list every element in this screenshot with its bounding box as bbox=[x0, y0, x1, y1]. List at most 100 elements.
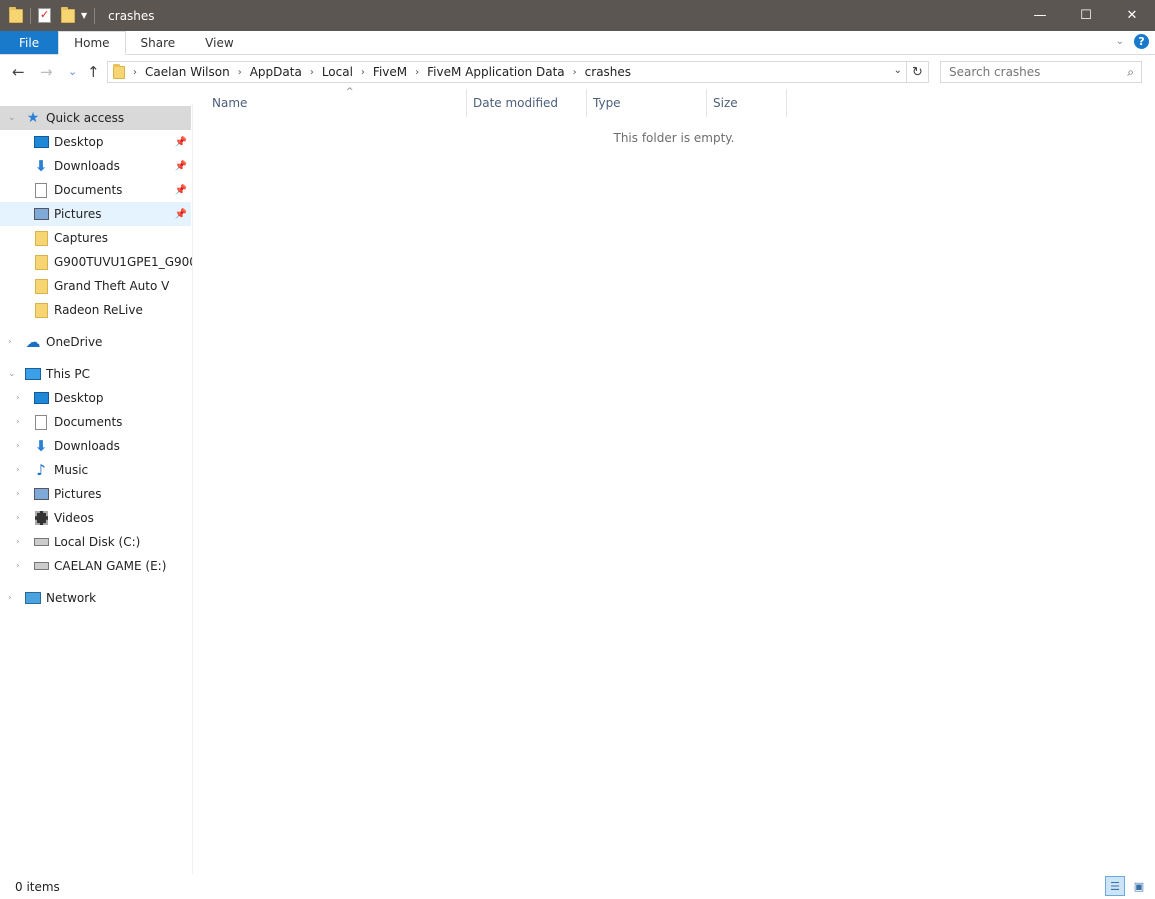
tab-file[interactable]: File bbox=[0, 31, 59, 54]
breadcrumb-fivem-application-data[interactable]: FiveM Application Data bbox=[427, 65, 565, 79]
column-label: Name bbox=[212, 96, 248, 110]
help-icon[interactable]: ? bbox=[1134, 34, 1149, 49]
forward-button[interactable]: → bbox=[40, 63, 53, 81]
sidebar-item-label: OneDrive bbox=[46, 335, 103, 349]
breadcrumb-separator-icon[interactable]: › bbox=[415, 67, 419, 78]
expand-icon[interactable]: › bbox=[8, 337, 12, 347]
expand-icon[interactable]: › bbox=[16, 537, 20, 547]
close-button[interactable]: ✕ bbox=[1109, 0, 1155, 31]
address-dropdown-icon[interactable]: ⌄ bbox=[894, 65, 902, 76]
sidebar-item-label: Music bbox=[54, 463, 89, 477]
expand-icon[interactable]: › bbox=[16, 441, 20, 451]
sidebar-item-label: Network bbox=[46, 591, 97, 605]
sidebar-item-label: Downloads bbox=[54, 159, 120, 173]
expand-icon[interactable]: › bbox=[16, 489, 20, 499]
properties-icon[interactable] bbox=[38, 8, 51, 23]
minimize-button[interactable]: — bbox=[1017, 0, 1063, 31]
search-box[interactable]: ⌕ bbox=[940, 61, 1142, 83]
column-header-name[interactable]: Name ^ bbox=[206, 87, 467, 117]
expand-icon[interactable]: › bbox=[16, 513, 20, 523]
breadcrumb-separator-icon[interactable]: › bbox=[573, 67, 577, 78]
sidebar-item-captures[interactable]: Captures bbox=[0, 226, 191, 250]
large-icons-view-icon: ▣ bbox=[1133, 879, 1145, 893]
sidebar-item-local-disk-c[interactable]: › Local Disk (C:) bbox=[0, 530, 191, 554]
network-icon bbox=[25, 590, 41, 606]
quick-access-toolbar: ▼ bbox=[0, 0, 102, 31]
tab-home[interactable]: Home bbox=[58, 31, 126, 55]
new-folder-icon[interactable] bbox=[61, 6, 75, 23]
star-icon: ★ bbox=[26, 110, 40, 126]
sidebar-item-pc-downloads[interactable]: › ⬇ Downloads bbox=[0, 434, 191, 458]
sidebar-item-caelan-game-e[interactable]: › CAELAN GAME (E:) bbox=[0, 554, 191, 578]
large-icons-view-button[interactable]: ▣ bbox=[1129, 876, 1149, 896]
back-button[interactable]: ← bbox=[12, 63, 25, 81]
details-view-button[interactable]: ☰ bbox=[1105, 876, 1125, 896]
maximize-button[interactable]: ☐ bbox=[1063, 0, 1109, 31]
column-header-size[interactable]: Size bbox=[707, 89, 787, 117]
sidebar-item-label: Documents bbox=[54, 183, 123, 197]
breadcrumb-caelan-wilson[interactable]: Caelan Wilson bbox=[145, 65, 230, 79]
pictures-icon bbox=[33, 486, 49, 502]
sidebar-item-grand-theft-auto-v[interactable]: Grand Theft Auto V bbox=[0, 274, 191, 298]
expand-ribbon-icon[interactable]: ⌄ bbox=[1116, 36, 1124, 47]
sidebar-item-documents[interactable]: Documents 📌 bbox=[0, 178, 191, 202]
breadcrumb-fivem[interactable]: FiveM bbox=[373, 65, 407, 79]
collapse-icon[interactable]: ⌄ bbox=[8, 113, 16, 123]
downloads-icon: ⬇ bbox=[34, 156, 48, 175]
divider bbox=[94, 7, 96, 24]
sidebar-item-pc-documents[interactable]: › Documents bbox=[0, 410, 191, 434]
navigation-pane[interactable]: ⌄ ★ Quick access Desktop 📌 ⬇ Downloads 📌… bbox=[0, 104, 193, 874]
item-count: 0 items bbox=[15, 879, 60, 894]
breadcrumb-separator-icon[interactable]: › bbox=[361, 67, 365, 78]
sidebar-item-onedrive[interactable]: › ☁ OneDrive bbox=[0, 330, 191, 354]
expand-icon[interactable]: › bbox=[8, 593, 12, 603]
up-button[interactable]: ↑ bbox=[87, 63, 100, 81]
sidebar-item-label: Videos bbox=[54, 511, 94, 525]
tab-share[interactable]: Share bbox=[126, 31, 191, 54]
expand-icon[interactable]: › bbox=[16, 561, 20, 571]
sidebar-item-pc-desktop[interactable]: › Desktop bbox=[0, 386, 191, 410]
documents-icon bbox=[33, 414, 49, 430]
collapse-icon[interactable]: ⌄ bbox=[8, 369, 16, 379]
sidebar-item-pictures[interactable]: Pictures 📌 bbox=[0, 202, 191, 226]
expand-icon[interactable]: › bbox=[16, 417, 20, 427]
sidebar-item-pc-videos[interactable]: › Videos bbox=[0, 506, 191, 530]
sidebar-item-label: CAELAN GAME (E:) bbox=[54, 559, 167, 573]
sidebar-item-radeon-relive[interactable]: Radeon ReLive bbox=[0, 298, 191, 322]
refresh-button[interactable]: ↻ bbox=[907, 61, 929, 83]
file-list[interactable]: Name ^ Date modified Type Size This fold… bbox=[193, 87, 1155, 874]
folder-icon bbox=[33, 254, 49, 270]
column-label: Type bbox=[593, 96, 621, 110]
breadcrumb-separator-icon[interactable]: › bbox=[310, 67, 314, 78]
pin-icon: 📌 bbox=[174, 184, 187, 196]
column-label: Date modified bbox=[473, 96, 559, 110]
sidebar-item-g900tuvu1gpe1[interactable]: G900TUVU1GPE1_G900TTMB bbox=[0, 250, 192, 274]
desktop-icon bbox=[33, 134, 49, 150]
breadcrumb-crashes[interactable]: crashes bbox=[585, 65, 631, 79]
expand-icon[interactable]: › bbox=[16, 465, 20, 475]
recent-locations-button[interactable]: ⌄ bbox=[68, 65, 77, 78]
search-icon[interactable]: ⌕ bbox=[1127, 65, 1134, 80]
column-header-type[interactable]: Type bbox=[587, 89, 707, 117]
breadcrumb-local[interactable]: Local bbox=[322, 65, 353, 79]
sidebar-item-desktop[interactable]: Desktop 📌 bbox=[0, 130, 191, 154]
sidebar-item-quick-access[interactable]: ⌄ ★ Quick access bbox=[0, 106, 191, 130]
customize-toolbar-dropdown-icon[interactable]: ▼ bbox=[81, 11, 87, 20]
window-title: crashes bbox=[108, 8, 155, 23]
expand-icon[interactable]: › bbox=[16, 393, 20, 403]
sidebar-item-pc-music[interactable]: › ♪ Music bbox=[0, 458, 191, 482]
breadcrumb-separator-icon[interactable]: › bbox=[133, 67, 137, 78]
search-input[interactable] bbox=[949, 65, 1119, 79]
sidebar-item-pc-pictures[interactable]: › Pictures bbox=[0, 482, 191, 506]
breadcrumb-appdata[interactable]: AppData bbox=[250, 65, 302, 79]
column-header-date-modified[interactable]: Date modified bbox=[467, 89, 587, 117]
tab-view[interactable]: View bbox=[190, 31, 248, 54]
sidebar-item-network[interactable]: › Network bbox=[0, 586, 191, 610]
sidebar-item-downloads[interactable]: ⬇ Downloads 📌 bbox=[0, 154, 191, 178]
pin-icon: 📌 bbox=[174, 160, 187, 172]
breadcrumb-separator-icon[interactable]: › bbox=[238, 67, 242, 78]
address-bar[interactable]: › Caelan Wilson › AppData › Local › Five… bbox=[107, 61, 907, 83]
sidebar-item-label: Grand Theft Auto V bbox=[54, 279, 170, 293]
sidebar-item-label: Desktop bbox=[54, 135, 104, 149]
sidebar-item-this-pc[interactable]: ⌄ This PC bbox=[0, 362, 191, 386]
